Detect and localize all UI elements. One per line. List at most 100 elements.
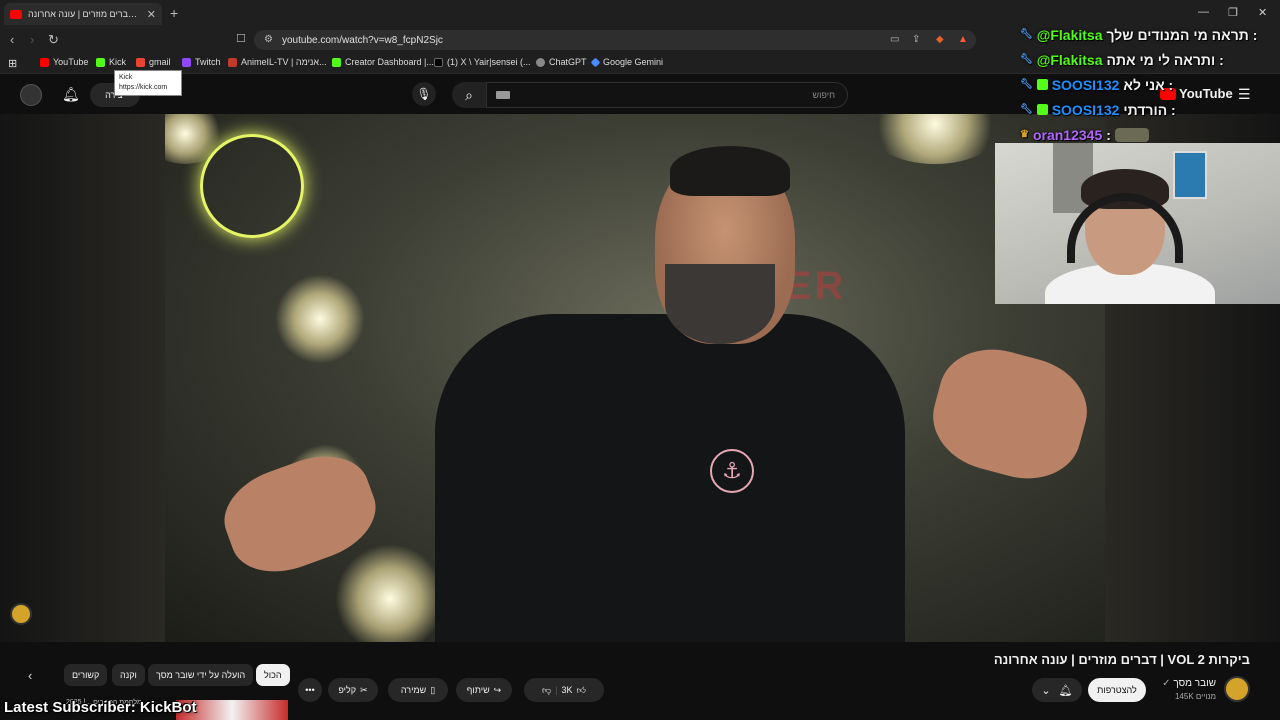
video-player[interactable]: SER ⚓︎ — [165, 114, 1105, 642]
search-input[interactable]: חיפוש — [486, 82, 848, 108]
forward-icon[interactable]: › — [30, 32, 34, 47]
brave-shield-icon[interactable]: ◆ — [936, 34, 944, 45]
voice-search-mic-icon[interactable]: 🎙︎ — [412, 82, 436, 106]
wrench-icon: 🔧︎ — [1020, 104, 1033, 115]
chat-message: 🔧︎ @Flakitsa ותראה לי מי אתה : — [1020, 47, 1260, 72]
cast-icon[interactable]: ▭ — [890, 34, 899, 45]
chat-text: תראה מי המנודים שלך : — [1106, 26, 1258, 43]
new-tab-button[interactable]: + — [170, 5, 178, 21]
keyboard-icon[interactable] — [496, 91, 510, 99]
browser-tab-active[interactable]: דברים מוזרים | עונה אחרונה | VOL 2 ✕ — [4, 3, 162, 25]
chip-uploaded-by[interactable]: הועלה על ידי שובר מסך — [148, 664, 254, 686]
youtube-icon — [40, 57, 49, 67]
channel-avatar[interactable] — [1224, 676, 1250, 702]
save-button[interactable]: שמירה ▯ — [388, 678, 448, 702]
video-left-margin — [0, 114, 165, 642]
bookmark-icon[interactable]: ☐ — [236, 32, 246, 45]
minimize-icon[interactable]: — — [1198, 6, 1209, 18]
bookmark-youtube[interactable]: YouTube — [40, 57, 88, 67]
address-bar[interactable]: ⚙ youtube.com/watch?v=w8_fcpN2Sjc ▭ ⇪ ◆ … — [254, 30, 976, 50]
rewards-icon[interactable]: ▲ — [958, 34, 968, 45]
more-actions-button[interactable]: ••• — [298, 678, 322, 702]
car-emote-icon — [1114, 127, 1149, 142]
chevron-down-icon: ⌄ — [1041, 684, 1051, 697]
share-page-icon[interactable]: ⇪ — [912, 34, 920, 45]
verified-icon: ✓︎ — [1162, 678, 1174, 689]
like-count: 3K — [561, 685, 573, 695]
apps-grid-icon[interactable]: ⊞ — [8, 57, 17, 70]
search-button[interactable]: ⌕ — [452, 82, 486, 108]
account-avatar[interactable] — [20, 84, 42, 106]
studio-light — [335, 544, 445, 642]
neon-face-sign — [200, 134, 304, 238]
share-button[interactable]: שיתוף ↪ — [456, 678, 512, 702]
chip-related[interactable]: קשורים — [64, 664, 108, 686]
close-tab-icon[interactable]: ✕ — [147, 8, 156, 21]
like-icon[interactable]: 👍︎ — [577, 685, 586, 696]
chat-text: ותראה לי מי אתה : — [1106, 51, 1224, 68]
chip-bought[interactable]: וקנה — [112, 664, 145, 686]
subscribe-button[interactable]: להצטרפות — [1088, 678, 1146, 702]
bookmark-twitch[interactable]: Twitch — [182, 57, 221, 67]
separator: | — [555, 685, 558, 695]
scissors-icon: ✂ — [360, 684, 368, 695]
url-text: youtube.com/watch?v=w8_fcpN2Sjc — [282, 34, 443, 46]
channel-name[interactable]: ✓︎ שובר מסך — [1160, 678, 1216, 689]
close-window-icon[interactable]: ✕ — [1258, 6, 1267, 19]
chatgpt-icon — [536, 57, 545, 67]
x-icon — [434, 57, 443, 67]
kick-icon — [96, 57, 105, 67]
studio-light — [275, 274, 365, 364]
latest-subscriber-ticker: Latest Subscriber: KickBot — [4, 699, 197, 716]
tab-title: דברים מוזרים | עונה אחרונה | VOL 2 — [28, 9, 141, 19]
presenter-hair — [670, 146, 790, 196]
streamer-webcam — [995, 143, 1280, 304]
site-settings-icon[interactable]: ⚙ — [264, 34, 273, 45]
chat-text: הורדתי : — [1123, 101, 1176, 118]
video-title: דברים מוזרים | עונה אחרונה | VOL 2 ביקרו… — [993, 652, 1250, 667]
gemini-icon — [590, 57, 601, 67]
anchor-icon: ⚓︎ — [710, 449, 754, 493]
chat-message: 🔧︎ SOOSI132 אני לא : — [1020, 72, 1260, 97]
like-dislike-group: 👎︎ | 3K 👍︎ — [524, 678, 604, 702]
wrench-icon: 🔧︎ — [1020, 54, 1033, 65]
twitch-icon — [182, 57, 191, 67]
presenter-body — [435, 314, 905, 642]
chat-username: SOOSI132 — [1051, 76, 1120, 93]
bookmark-save-icon: ▯ — [430, 684, 436, 695]
maximize-icon[interactable]: ❐ — [1228, 6, 1238, 19]
bookmark-kick[interactable]: Kick — [96, 57, 126, 67]
chip-all[interactable]: הכול — [256, 664, 290, 686]
chat-text: : — [1106, 126, 1111, 143]
tooltip-url: https://kick.com — [119, 84, 168, 91]
bookmark-chatgpt[interactable]: ChatGPT — [536, 57, 587, 67]
subscriber-badge-icon — [1036, 104, 1048, 115]
bookmark-x[interactable]: (1) X \ Yair|sensei (... — [434, 57, 531, 67]
bell-icon: 🔔︎ — [1058, 684, 1073, 697]
subscriber-count: 145K מנויים — [1174, 692, 1216, 701]
bookmark-google-gemini[interactable]: Google Gemini — [590, 57, 663, 67]
presenter-beard — [665, 264, 775, 344]
bookmark-creator-dashboard[interactable]: Creator Dashboard |... — [332, 57, 434, 67]
clip-button[interactable]: קליפ ✂ — [328, 678, 378, 702]
kick-icon — [332, 57, 341, 67]
overlay-avatar — [10, 603, 32, 625]
share-arrow-icon: ↪ — [493, 684, 502, 695]
webcam-poster — [1173, 151, 1207, 199]
search-icon: ⌕ — [465, 86, 473, 103]
presenter-right-hand — [922, 336, 1098, 492]
notification-settings-button[interactable]: ⌄ 🔔︎ — [1032, 678, 1082, 702]
dislike-icon[interactable]: 👎︎ — [542, 685, 551, 696]
reload-icon[interactable]: ↻ — [48, 32, 59, 48]
chevron-left-icon[interactable]: ‹ — [28, 668, 32, 683]
bookmark-gmail[interactable]: gmail — [136, 57, 171, 67]
chat-text: אני לא : — [1123, 76, 1174, 93]
chat-message: 🔧︎ SOOSI132 הורדתי : — [1020, 97, 1260, 122]
chat-username: oran12345 — [1032, 126, 1103, 143]
wrench-icon: 🔧︎ — [1020, 79, 1033, 90]
notifications-bell-icon[interactable]: 🔔︎ — [62, 86, 80, 103]
back-icon[interactable]: ‹ — [10, 32, 14, 47]
bookmark-animeil[interactable]: AnimeIL-TV | אנימה... — [228, 57, 327, 67]
animeil-icon — [228, 57, 237, 67]
gmail-icon — [136, 57, 145, 67]
